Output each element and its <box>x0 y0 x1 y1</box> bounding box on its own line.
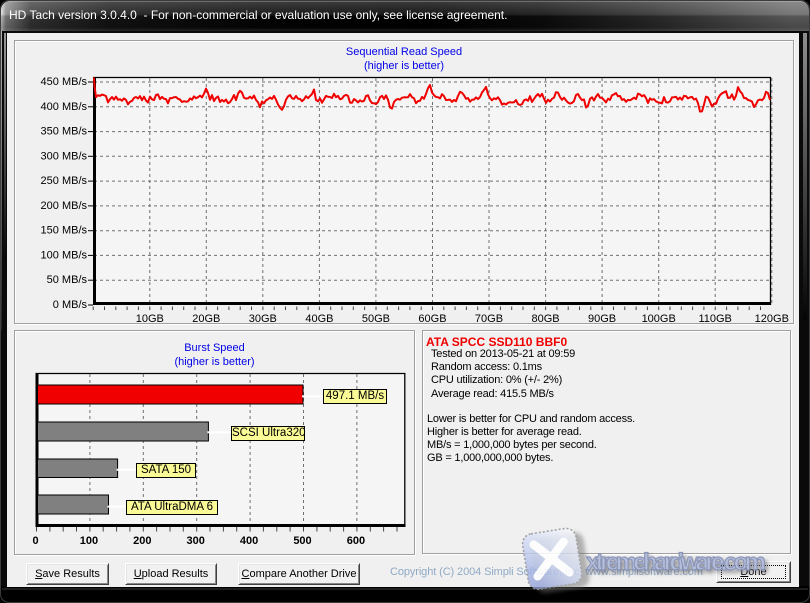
svg-text:0: 0 <box>32 535 38 547</box>
svg-text:300 MB/s: 300 MB/s <box>41 150 88 162</box>
svg-text:250 MB/s: 250 MB/s <box>41 175 88 187</box>
svg-text:350 MB/s: 350 MB/s <box>41 126 88 138</box>
svg-text:450 MB/s: 450 MB/s <box>41 76 88 88</box>
svg-text:70GB: 70GB <box>475 313 503 325</box>
svg-text:90GB: 90GB <box>588 313 616 325</box>
svg-text:110GB: 110GB <box>698 313 731 325</box>
svg-text:50GB: 50GB <box>362 313 390 325</box>
svg-text:120GB: 120GB <box>755 313 789 325</box>
svg-text:200: 200 <box>133 535 151 547</box>
svg-text:100 MB/s: 100 MB/s <box>41 249 88 261</box>
svg-text:400: 400 <box>240 535 258 547</box>
svg-text:500: 500 <box>293 535 311 547</box>
svg-text:0 MB/s: 0 MB/s <box>53 299 88 311</box>
svg-text:20GB: 20GB <box>192 313 220 325</box>
svg-text:200 MB/s: 200 MB/s <box>41 200 88 212</box>
svg-text:300: 300 <box>187 535 205 547</box>
svg-text:100: 100 <box>80 535 98 547</box>
svg-text:10GB: 10GB <box>136 313 164 325</box>
svg-text:400 MB/s: 400 MB/s <box>41 101 88 113</box>
svg-text:50 MB/s: 50 MB/s <box>47 274 88 286</box>
svg-text:100GB: 100GB <box>642 313 676 325</box>
svg-text:150 MB/s: 150 MB/s <box>41 225 88 237</box>
svg-text:600: 600 <box>347 535 365 547</box>
svg-text:60GB: 60GB <box>418 313 446 325</box>
svg-text:30GB: 30GB <box>249 313 277 325</box>
svg-text:80GB: 80GB <box>532 313 560 325</box>
svg-text:40GB: 40GB <box>305 313 333 325</box>
